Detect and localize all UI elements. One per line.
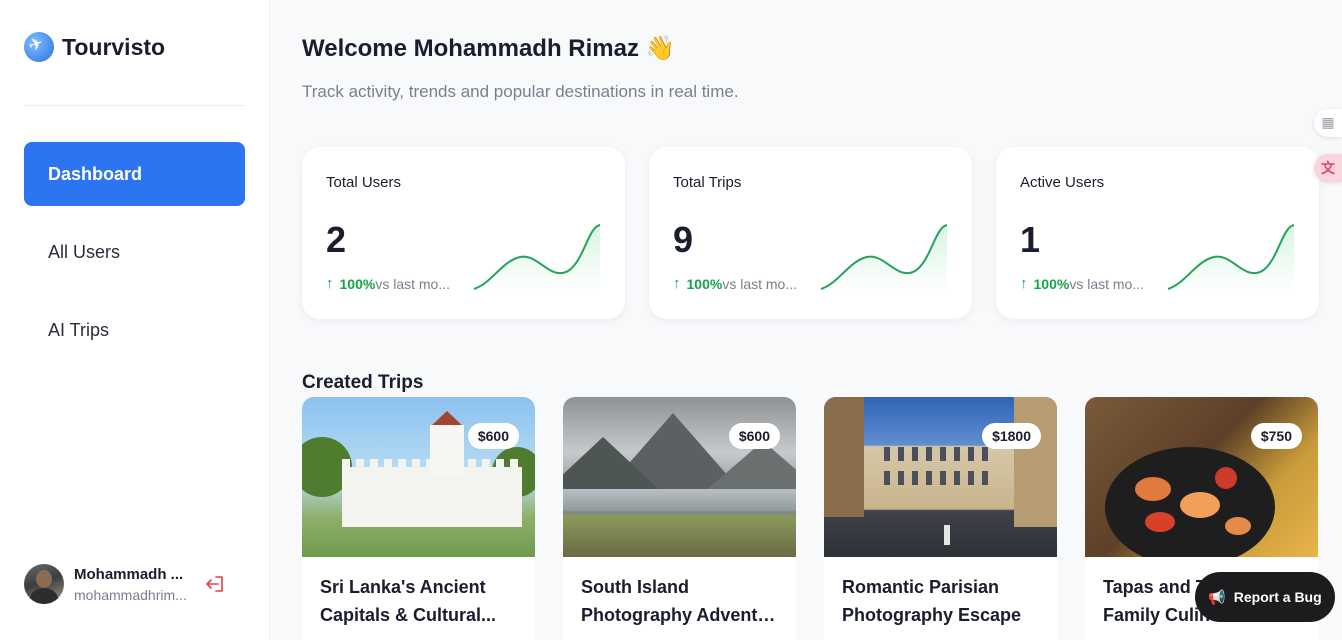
report-bug-label: Report a Bug bbox=[1233, 589, 1322, 605]
stat-value: 9 bbox=[673, 219, 694, 260]
arrow-up-icon: ↑ bbox=[1020, 275, 1028, 292]
trip-card[interactable]: $600 Sri Lanka's Ancient Capitals & Cult… bbox=[302, 397, 535, 640]
trip-card[interactable]: $1800 Romantic Parisian Photography Esca… bbox=[824, 397, 1057, 640]
sparkline bbox=[473, 224, 601, 291]
stat-label: Total Trips bbox=[673, 174, 742, 191]
trend-text: vs last mo... bbox=[375, 275, 450, 292]
apps-icon[interactable]: ▦ bbox=[1314, 109, 1342, 137]
avatar bbox=[24, 564, 64, 604]
stat-card-total-users: Total Users 2 ↑ 100% vs last mo... bbox=[302, 147, 625, 319]
wave-icon: 👋 bbox=[644, 35, 675, 62]
stat-trend: ↑ 100% vs last mo... bbox=[1020, 275, 1160, 292]
stat-label: Active Users bbox=[1020, 174, 1105, 191]
stat-trend: ↑ 100% vs last mo... bbox=[673, 275, 813, 292]
trip-image: $750 bbox=[1085, 397, 1318, 557]
stats-row: Total Users 2 ↑ 100% vs last mo... Total… bbox=[302, 147, 1319, 319]
sparkline bbox=[1167, 224, 1295, 291]
trip-title-line: Photography Adventur... bbox=[581, 605, 786, 625]
sidebar-item-ai-trips[interactable]: AI Trips bbox=[24, 298, 245, 362]
megaphone-icon: 📢 bbox=[1208, 588, 1226, 605]
user-info: Mohammadh ... mohammadhrim... bbox=[74, 566, 190, 603]
trip-title-line: Photography Escape bbox=[842, 605, 1022, 625]
trips-grid: $600 Sri Lanka's Ancient Capitals & Cult… bbox=[302, 397, 1318, 640]
page-title: Welcome Mohammadh Rimaz 👋 bbox=[302, 34, 675, 63]
sidebar: Tourvisto Dashboard All Users AI Trips M… bbox=[0, 0, 270, 640]
price-badge: $600 bbox=[467, 423, 519, 449]
stat-value: 1 bbox=[1020, 219, 1041, 260]
trip-image: $600 bbox=[302, 397, 535, 557]
arrow-up-icon: ↑ bbox=[326, 275, 334, 292]
user-email: mohammadhrim... bbox=[74, 586, 187, 603]
trip-title: Romantic Parisian Photography Escape bbox=[842, 573, 1047, 629]
price-badge: $1800 bbox=[982, 423, 1041, 449]
sparkline bbox=[820, 224, 948, 291]
brand-name: Tourvisto bbox=[62, 33, 166, 60]
user-card: Mohammadh ... mohammadhrim... bbox=[24, 563, 254, 605]
trip-card[interactable]: $600 South Island Photography Adventur..… bbox=[563, 397, 796, 640]
section-title-created-trips: Created Trips bbox=[302, 372, 424, 393]
stat-trend: ↑ 100% vs last mo... bbox=[326, 275, 466, 292]
user-name: Mohammadh ... bbox=[74, 565, 184, 583]
trip-title-line: Romantic Parisian bbox=[842, 577, 1000, 597]
stat-card-total-trips: Total Trips 9 ↑ 100% vs last mo... bbox=[649, 147, 972, 319]
sidebar-nav: Dashboard All Users AI Trips bbox=[24, 142, 245, 376]
sidebar-item-dashboard[interactable]: Dashboard bbox=[24, 142, 245, 206]
page-subtitle: Track activity, trends and popular desti… bbox=[302, 82, 739, 101]
trip-title-line: South Island bbox=[581, 577, 689, 597]
trip-image: $1800 bbox=[824, 397, 1057, 557]
report-bug-button[interactable]: 📢 Report a Bug bbox=[1195, 572, 1335, 622]
trend-percent: 100% bbox=[1033, 275, 1070, 292]
trend-percent: 100% bbox=[339, 275, 376, 292]
trend-text: vs last mo... bbox=[1069, 275, 1144, 292]
translate-icon[interactable]: 文 bbox=[1314, 154, 1342, 182]
trip-title: Sri Lanka's Ancient Capitals & Cultural.… bbox=[320, 573, 525, 629]
stat-card-active-users: Active Users 1 ↑ 100% vs last mo... bbox=[996, 147, 1319, 319]
price-badge: $600 bbox=[728, 423, 780, 449]
trend-percent: 100% bbox=[686, 275, 723, 292]
trip-title-line: Sri Lanka's Ancient bbox=[320, 577, 486, 597]
divider bbox=[24, 105, 245, 106]
stat-value: 2 bbox=[326, 219, 347, 260]
trend-text: vs last mo... bbox=[722, 275, 797, 292]
welcome-text: Welcome Mohammadh Rimaz bbox=[302, 35, 639, 62]
logout-icon[interactable] bbox=[202, 571, 228, 597]
trip-title: South Island Photography Adventur... bbox=[581, 573, 786, 629]
price-badge: $750 bbox=[1250, 423, 1302, 449]
plane-globe-icon bbox=[24, 32, 54, 62]
stat-label: Total Users bbox=[326, 174, 402, 191]
trip-image: $600 bbox=[563, 397, 796, 557]
arrow-up-icon: ↑ bbox=[673, 275, 681, 292]
main-content: Welcome Mohammadh Rimaz 👋 Track activity,… bbox=[302, 0, 1342, 640]
sidebar-item-all-users[interactable]: All Users bbox=[24, 220, 245, 284]
brand[interactable]: Tourvisto bbox=[24, 32, 165, 62]
trip-title-line: Capitals & Cultural... bbox=[320, 605, 497, 625]
